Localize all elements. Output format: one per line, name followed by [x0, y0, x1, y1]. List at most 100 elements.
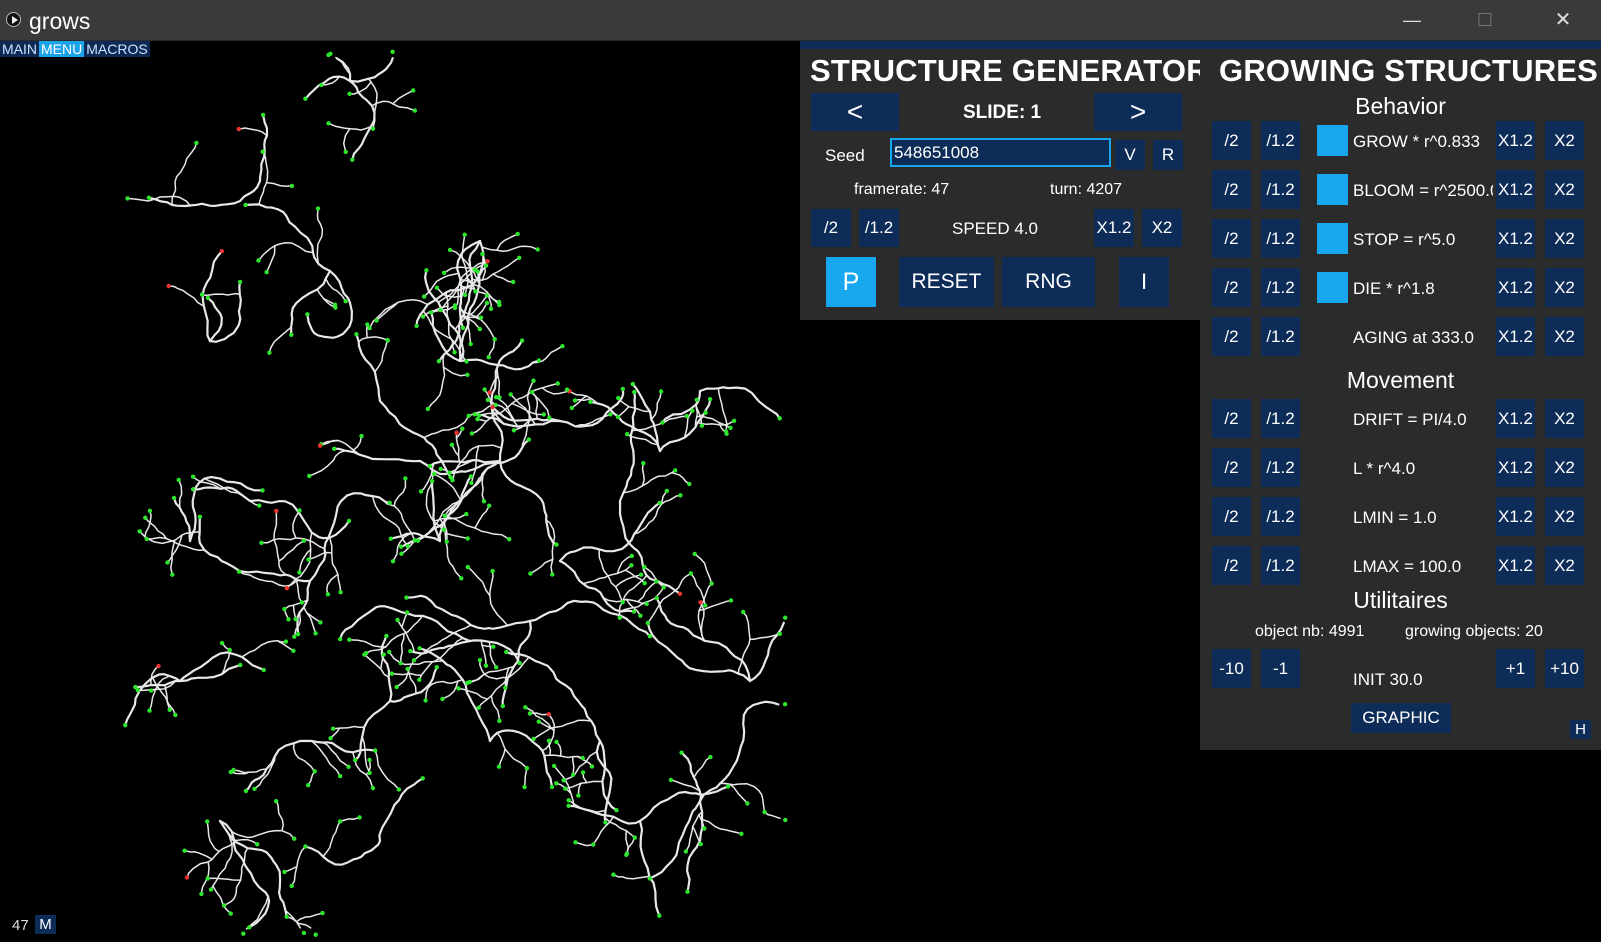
branch-61 — [167, 285, 205, 308]
prev-slide-button[interactable]: < — [811, 93, 899, 131]
lmin-div2-button[interactable]: /2 — [1212, 497, 1251, 536]
structure-canvas[interactable] — [0, 41, 790, 941]
close-button[interactable]: ✕ — [1532, 0, 1594, 41]
reset-button[interactable]: RESET — [899, 257, 994, 307]
die-div12-button[interactable]: /1.2 — [1261, 268, 1300, 307]
growth-tip — [182, 848, 187, 853]
speed-x12-button[interactable]: X1.2 — [1094, 209, 1134, 247]
growth-tip — [629, 563, 634, 568]
drift-x12-button[interactable]: X1.2 — [1496, 399, 1535, 438]
growth-tip — [353, 757, 358, 763]
growth-tip — [632, 389, 637, 395]
hide-button[interactable]: H — [1570, 720, 1591, 739]
drift-div2-button[interactable]: /2 — [1212, 399, 1251, 438]
graphic-button[interactable]: GRAPHIC — [1351, 703, 1451, 733]
branch-356 — [592, 815, 615, 846]
branch-322 — [177, 479, 183, 509]
die-x12-button[interactable]: X1.2 — [1496, 268, 1535, 307]
stop-div12-button[interactable]: /1.2 — [1261, 219, 1300, 258]
grow-div12-button[interactable]: /1.2 — [1261, 121, 1300, 160]
grow-x12-button[interactable]: X1.2 — [1496, 121, 1535, 160]
menu-toggle-button[interactable]: M — [35, 915, 56, 934]
growth-tip — [318, 620, 323, 625]
init-plus10-button[interactable]: +10 — [1545, 649, 1584, 688]
growth-tip — [317, 443, 323, 448]
lmin-x12-button[interactable]: X1.2 — [1496, 497, 1535, 536]
menu-macros-tab[interactable]: MACROS — [84, 41, 149, 57]
lmax-x2-button[interactable]: X2 — [1545, 546, 1584, 585]
l-x12-button[interactable]: X1.2 — [1496, 448, 1535, 487]
growth-tip — [305, 312, 310, 317]
l-div12-button[interactable]: /1.2 — [1261, 448, 1300, 487]
stop-div2-button[interactable]: /2 — [1212, 219, 1251, 258]
die-x2-button[interactable]: X2 — [1545, 268, 1584, 307]
growth-tip — [497, 299, 502, 305]
aging-div2-button[interactable]: /2 — [1212, 317, 1251, 356]
l-div2-button[interactable]: /2 — [1212, 448, 1251, 487]
grow-x2-button[interactable]: X2 — [1545, 121, 1584, 160]
utils-section-title: Utilitaires — [1353, 587, 1448, 613]
menu-main-tab[interactable]: MAIN — [0, 41, 39, 57]
next-slide-button[interactable]: > — [1094, 93, 1182, 131]
aging-div12-button[interactable]: /1.2 — [1261, 317, 1300, 356]
aging-x12-button[interactable]: X1.2 — [1496, 317, 1535, 356]
window-title: grows — [29, 8, 91, 34]
stop-label: STOP = r^5.0 — [1353, 230, 1456, 249]
bloom-div12-button[interactable]: /1.2 — [1261, 170, 1300, 209]
l-x2-button[interactable]: X2 — [1545, 448, 1584, 487]
branch-203 — [241, 639, 287, 658]
seed-v-button[interactable]: V — [1115, 140, 1145, 170]
die-toggle[interactable] — [1317, 272, 1348, 303]
minimize-button[interactable]: — — [1381, 0, 1443, 41]
speed-x2-button[interactable]: X2 — [1142, 209, 1182, 247]
seed-input[interactable] — [890, 138, 1111, 167]
init-text: INIT 30.0 — [1353, 670, 1423, 689]
init-minus10-button[interactable]: -10 — [1212, 649, 1251, 688]
drift-x2-button[interactable]: X2 — [1545, 399, 1584, 438]
pause-button[interactable]: P — [826, 257, 876, 307]
stop-x2-button[interactable]: X2 — [1545, 219, 1584, 258]
growth-tip — [173, 712, 178, 718]
bloom-x12-button[interactable]: X1.2 — [1496, 170, 1535, 209]
init-minus1-button[interactable]: -1 — [1261, 649, 1300, 688]
seed-r-button[interactable]: R — [1153, 140, 1183, 170]
aging-label: AGING at 333.0 — [1353, 328, 1474, 347]
growth-tip — [338, 636, 343, 642]
branch-193 — [365, 615, 424, 654]
growth-tip — [641, 461, 646, 466]
growth-tip — [731, 418, 737, 423]
bloom-toggle[interactable] — [1317, 174, 1348, 205]
lmin-x2-button[interactable]: X2 — [1545, 497, 1584, 536]
rng-button[interactable]: RNG — [1002, 257, 1095, 307]
aging-x2-button[interactable]: X2 — [1545, 317, 1584, 356]
menu-menu-tab[interactable]: MENU — [39, 41, 85, 57]
die-div2-button[interactable]: /2 — [1212, 268, 1251, 307]
grow-toggle[interactable] — [1317, 125, 1348, 156]
init-plus1-button[interactable]: +1 — [1496, 649, 1535, 688]
growth-tip — [417, 677, 422, 682]
speed-div12-button[interactable]: /1.2 — [859, 209, 899, 247]
stop-toggle[interactable] — [1317, 223, 1348, 254]
lmax-div2-button[interactable]: /2 — [1212, 546, 1251, 585]
growth-tip — [494, 665, 499, 670]
bar-button[interactable]: I — [1119, 257, 1169, 307]
lmax-x12-button[interactable]: X1.2 — [1496, 546, 1535, 585]
branch-324 — [352, 435, 363, 451]
growth-tip — [688, 571, 694, 576]
maximize-button[interactable]: ☐ — [1454, 0, 1516, 41]
drift-div12-button[interactable]: /1.2 — [1261, 399, 1300, 438]
branch-50 — [265, 181, 293, 187]
bloom-x2-button[interactable]: X2 — [1545, 170, 1584, 209]
bloom-div2-button[interactable]: /2 — [1212, 170, 1251, 209]
growth-tip — [190, 487, 196, 492]
growth-tip — [591, 842, 596, 847]
stop-x12-button[interactable]: X1.2 — [1496, 219, 1535, 258]
grow-div2-button[interactable]: /2 — [1212, 121, 1251, 160]
grow-label: GROW * r^0.833 — [1353, 132, 1481, 151]
growth-tip — [468, 341, 473, 347]
lmin-div12-button[interactable]: /1.2 — [1261, 497, 1300, 536]
growth-tip — [284, 586, 290, 591]
speed-div2-button[interactable]: /2 — [811, 209, 851, 247]
lmax-div12-button[interactable]: /1.2 — [1261, 546, 1300, 585]
growth-tip — [447, 470, 452, 475]
